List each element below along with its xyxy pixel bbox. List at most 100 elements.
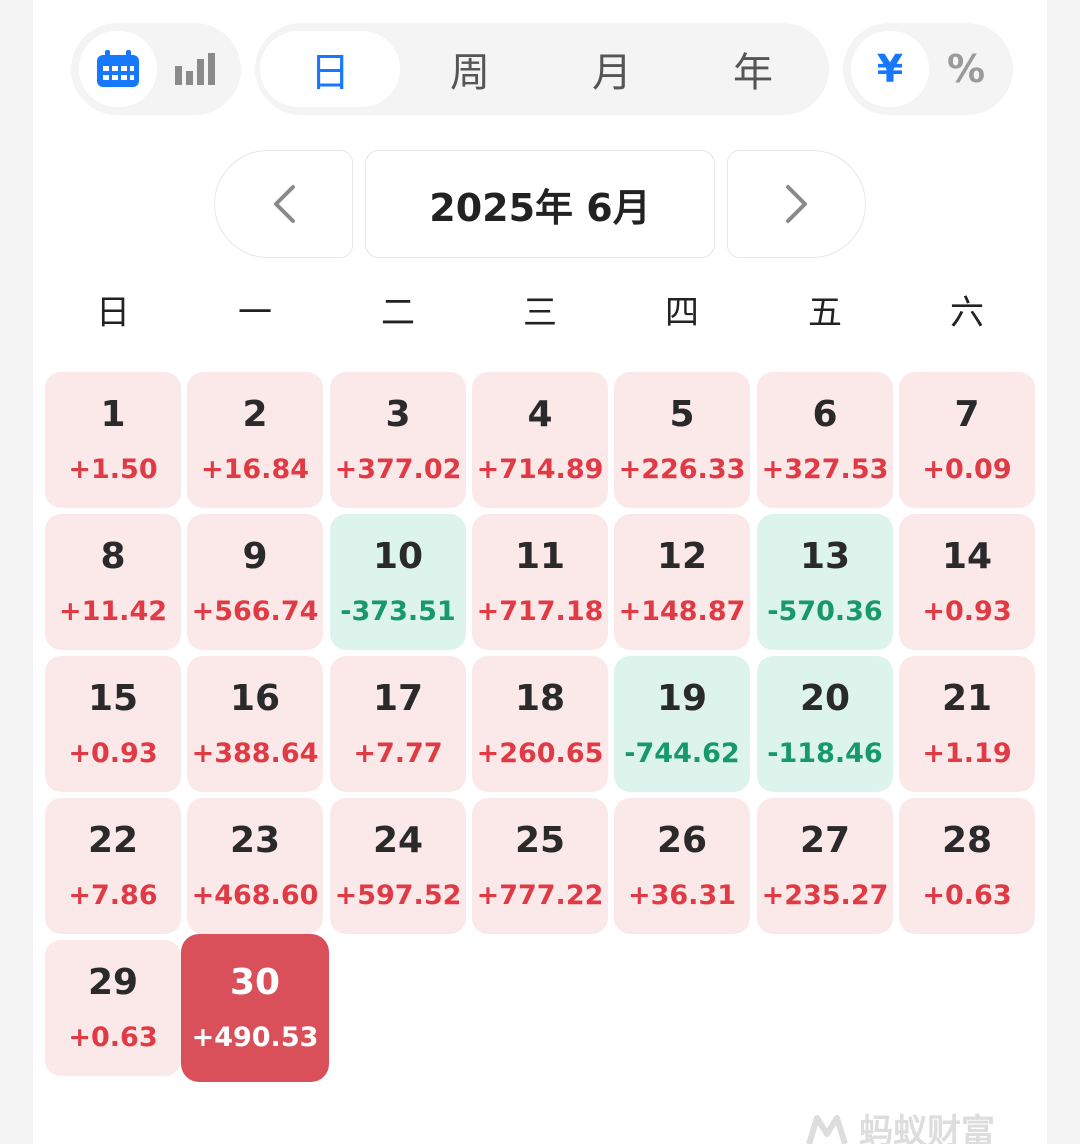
day-number: 18: [514, 678, 566, 719]
watermark: 蚂蚁财富: [803, 1104, 995, 1144]
day-cell[interactable]: 27 +235.27: [757, 798, 893, 934]
day-cell[interactable]: 28 +0.63: [899, 798, 1035, 934]
day-cell[interactable]: 16 +388.64: [187, 656, 323, 792]
day-cell[interactable]: 3 +377.02: [330, 372, 466, 508]
day-number: 20: [799, 678, 851, 719]
day-number: 11: [514, 536, 566, 577]
day-profit: +148.87: [618, 596, 746, 627]
day-number: 24: [372, 820, 424, 861]
day-cell[interactable]: 8 +11.42: [45, 514, 181, 650]
day-cell[interactable]: 7 +0.09: [899, 372, 1035, 508]
day-cell[interactable]: 12 +148.87: [614, 514, 750, 650]
day-profit: -570.36: [767, 596, 883, 627]
calendar-icon: [97, 50, 139, 87]
day-cell[interactable]: 17 +7.77: [330, 656, 466, 792]
day-cell[interactable]: 9 +566.74: [187, 514, 323, 650]
day-cell[interactable]: 30 +490.53: [181, 934, 329, 1082]
calendar-panel: 日 周 月 年 ¥ % 2025年 6月 日 一 二 三 四 五 六 1 +1.5…: [33, 0, 1047, 1144]
day-cell[interactable]: 19 -744.62: [614, 656, 750, 792]
day-number: 12: [656, 536, 708, 577]
weekday-sun: 日: [96, 293, 130, 333]
day-profit: +7.77: [353, 738, 443, 769]
day-cell[interactable]: 14 +0.93: [899, 514, 1035, 650]
day-cell[interactable]: 25 +777.22: [472, 798, 608, 934]
day-number: 23: [229, 820, 281, 861]
weekday-thu: 四: [665, 293, 699, 333]
day-number: 29: [87, 962, 139, 1003]
month-label[interactable]: 2025年 6月: [365, 150, 715, 258]
chart-view-button[interactable]: [157, 31, 235, 107]
day-profit: +0.63: [922, 880, 1012, 911]
day-number: 4: [527, 394, 553, 435]
day-number: 15: [87, 678, 139, 719]
day-cell[interactable]: 1 +1.50: [45, 372, 181, 508]
unit-switch: ¥ %: [843, 23, 1013, 115]
day-cell[interactable]: 2 +16.84: [187, 372, 323, 508]
day-profit: +566.74: [191, 596, 319, 627]
day-cell[interactable]: 4 +714.89: [472, 372, 608, 508]
unit-amount-button[interactable]: ¥: [851, 31, 929, 107]
day-profit: +1.19: [922, 738, 1012, 769]
day-cell[interactable]: 6 +327.53: [757, 372, 893, 508]
day-cell[interactable]: 18 +260.65: [472, 656, 608, 792]
day-number: 25: [514, 820, 566, 861]
day-number: 10: [372, 536, 424, 577]
watermark-text: 蚂蚁财富: [859, 1112, 995, 1144]
day-number: 7: [954, 394, 980, 435]
calendar-view-button[interactable]: [79, 31, 157, 107]
day-profit: +0.63: [68, 1022, 158, 1053]
period-day-tab[interactable]: 日: [260, 31, 400, 107]
day-number: 14: [941, 536, 993, 577]
day-cell[interactable]: 10 -373.51: [330, 514, 466, 650]
day-cell[interactable]: 23 +468.60: [187, 798, 323, 934]
day-cell[interactable]: 15 +0.93: [45, 656, 181, 792]
period-week-tab[interactable]: 周: [400, 31, 540, 107]
day-cell[interactable]: 26 +36.31: [614, 798, 750, 934]
day-cell[interactable]: 24 +597.52: [330, 798, 466, 934]
day-profit: +717.18: [476, 596, 604, 627]
day-cell[interactable]: 11 +717.18: [472, 514, 608, 650]
day-number: 9: [242, 536, 268, 577]
day-profit: +235.27: [761, 880, 889, 911]
day-profit: +1.50: [68, 454, 158, 485]
day-profit: +260.65: [476, 738, 604, 769]
day-number: 22: [87, 820, 139, 861]
day-cell[interactable]: 20 -118.46: [757, 656, 893, 792]
day-cell[interactable]: 22 +7.86: [45, 798, 181, 934]
day-cell[interactable]: 5 +226.33: [614, 372, 750, 508]
day-profit: -118.46: [767, 738, 883, 769]
weekday-mon: 一: [238, 293, 272, 333]
chevron-right-icon: [785, 185, 807, 223]
day-profit: +777.22: [476, 880, 604, 911]
day-number: 26: [656, 820, 708, 861]
weekday-fri: 五: [808, 293, 842, 333]
period-year-tab[interactable]: 年: [683, 31, 823, 107]
next-month-button[interactable]: [727, 150, 866, 258]
day-profit: +597.52: [334, 880, 462, 911]
day-profit: +11.42: [58, 596, 168, 627]
view-mode-switch: [71, 23, 241, 115]
day-profit: +490.53: [191, 1022, 319, 1053]
day-cell[interactable]: 29 +0.63: [45, 940, 181, 1076]
unit-percent-button[interactable]: %: [927, 31, 1005, 107]
day-number: 30: [229, 962, 281, 1003]
day-number: 28: [941, 820, 993, 861]
period-month-tab[interactable]: 月: [542, 31, 682, 107]
bar-chart-icon: [175, 53, 215, 85]
day-profit: +0.93: [68, 738, 158, 769]
day-profit: +0.93: [922, 596, 1012, 627]
weekday-wed: 三: [523, 293, 557, 333]
day-number: 27: [799, 820, 851, 861]
ant-logo-icon: [806, 1115, 848, 1144]
day-number: 21: [941, 678, 993, 719]
weekday-sat: 六: [950, 293, 984, 333]
day-cell[interactable]: 21 +1.19: [899, 656, 1035, 792]
prev-month-button[interactable]: [214, 150, 353, 258]
day-number: 1: [100, 394, 126, 435]
day-cell[interactable]: 13 -570.36: [757, 514, 893, 650]
day-profit: +0.09: [922, 454, 1012, 485]
day-profit: +377.02: [334, 454, 462, 485]
day-profit: +16.84: [200, 454, 310, 485]
day-number: 6: [812, 394, 838, 435]
day-profit: +36.31: [627, 880, 737, 911]
